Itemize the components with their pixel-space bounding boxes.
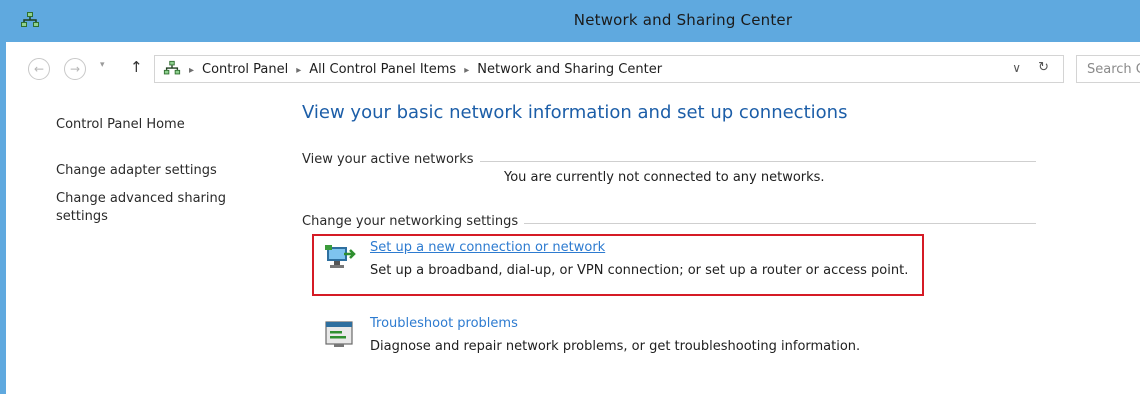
network-sharing-icon [163,60,181,75]
forward-arrow-icon[interactable]: → [64,58,86,80]
task-troubleshoot: Troubleshoot problems Diagnose and repai… [324,316,954,376]
network-sharing-window: Network and Sharing Center ← → ▾ ↑ ▸ Cont… [0,0,1140,394]
task-description: Diagnose and repair network problems, or… [370,339,861,354]
section-heading: Change your networking settings [302,214,525,229]
network-status-text: You are currently not connected to any n… [504,170,825,185]
highlight-box [312,234,924,296]
section-networking-settings: Change your networking settings [302,214,1036,232]
troubleshoot-icon [325,321,353,347]
sidebar-item-change-adapter-settings[interactable]: Change adapter settings [56,162,246,180]
troubleshoot-link[interactable]: Troubleshoot problems [370,316,518,331]
chevron-down-icon[interactable]: ▾ [100,60,105,70]
section-heading: View your active networks [302,152,480,167]
search-input[interactable]: Search C [1076,55,1140,83]
address-dropdown-icon[interactable]: ∨ [1012,61,1021,75]
address-bar[interactable]: ▸ Control Panel ▸ All Control Panel Items ▸ N… [154,55,1064,83]
address-row: ← → ▾ ↑ ▸ Control Panel ▸ All Control Panel… [6,50,1140,90]
breadcrumb-network-sharing[interactable]: Network and Sharing Center [477,62,662,77]
breadcrumb-control-panel[interactable]: Control Panel [202,62,288,77]
breadcrumb-separator-icon[interactable]: ▸ [296,65,301,76]
page-title: View your basic network information and … [302,102,848,123]
breadcrumb-separator-icon[interactable]: ▸ [464,65,469,76]
sidebar-item-control-panel-home[interactable]: Control Panel Home [56,116,246,134]
sidebar-item-change-advanced-sharing-settings[interactable]: Change advanced sharing settings [56,190,236,226]
breadcrumb: ▸ Control Panel ▸ All Control Panel Items ▸ N… [189,62,662,77]
up-arrow-icon[interactable]: ↑ [130,58,143,76]
section-active-networks: View your active networks [302,152,1036,170]
title-bar[interactable]: Network and Sharing Center [6,0,1140,42]
window-title: Network and Sharing Center [573,11,793,29]
back-arrow-icon[interactable]: ← [28,58,50,80]
breadcrumb-separator-icon: ▸ [189,65,195,76]
breadcrumb-all-items[interactable]: All Control Panel Items [309,62,456,77]
refresh-icon[interactable]: ↻ [1038,60,1049,75]
